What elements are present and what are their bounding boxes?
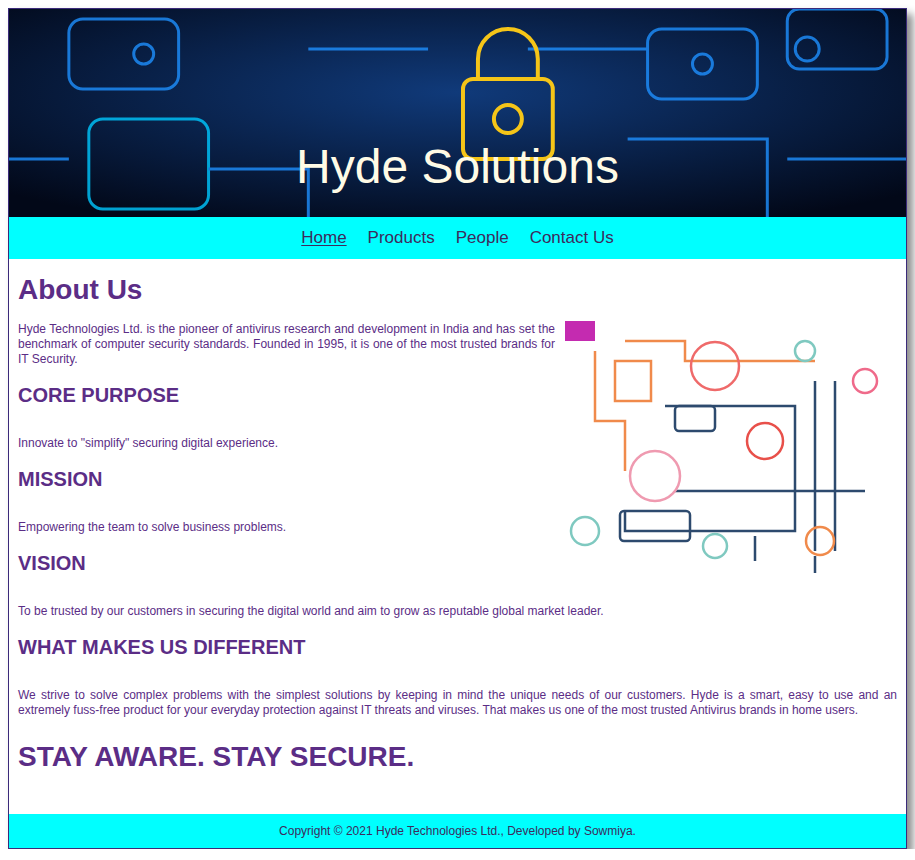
- section-text: Empowering the team to solve business pr…: [18, 520, 897, 535]
- header-banner: Hyde Solutions: [9, 9, 906, 217]
- section-text: We strive to solve complex problems with…: [18, 688, 897, 718]
- about-section: About Us: [9, 259, 906, 814]
- info-section: MISSION Empowering the team to solve busi…: [18, 467, 897, 535]
- site-title: Hyde Solutions: [296, 143, 619, 191]
- section-text: To be trusted by our customers in securi…: [18, 604, 897, 619]
- nav-link[interactable]: Products: [368, 225, 435, 251]
- circuit-illustration-icon: [565, 321, 885, 573]
- info-section: WHAT MAKES US DIFFERENT We strive to solv…: [18, 635, 897, 718]
- nav-link[interactable]: Contact Us: [530, 225, 614, 251]
- nav-link[interactable]: People: [456, 225, 509, 251]
- section-heading: WHAT MAKES US DIFFERENT: [18, 635, 897, 659]
- page-frame: Hyde Solutions Home Products People Contact…: [8, 8, 907, 849]
- section-text: Innovate to "simplify" securing digital …: [18, 436, 897, 451]
- tagline: STAY AWARE. STAY SECURE.: [18, 740, 897, 774]
- section-heading: MISSION: [18, 467, 897, 491]
- footer: Copyright © 2021 Hyde Technologies Ltd.,…: [9, 814, 906, 848]
- main-nav: Home Products People Contact Us: [9, 217, 906, 259]
- nav-link[interactable]: Home: [301, 225, 346, 251]
- copyright-text: Copyright © 2021 Hyde Technologies Ltd.,…: [279, 822, 636, 840]
- section-heading: VISION: [18, 551, 897, 575]
- about-heading: About Us: [18, 273, 897, 307]
- info-section: VISION To be trusted by our customers in …: [18, 551, 897, 619]
- illustration: [565, 321, 885, 573]
- info-section: CORE PURPOSE Innovate to "simplify" secur…: [18, 383, 897, 451]
- section-heading: CORE PURPOSE: [18, 383, 897, 407]
